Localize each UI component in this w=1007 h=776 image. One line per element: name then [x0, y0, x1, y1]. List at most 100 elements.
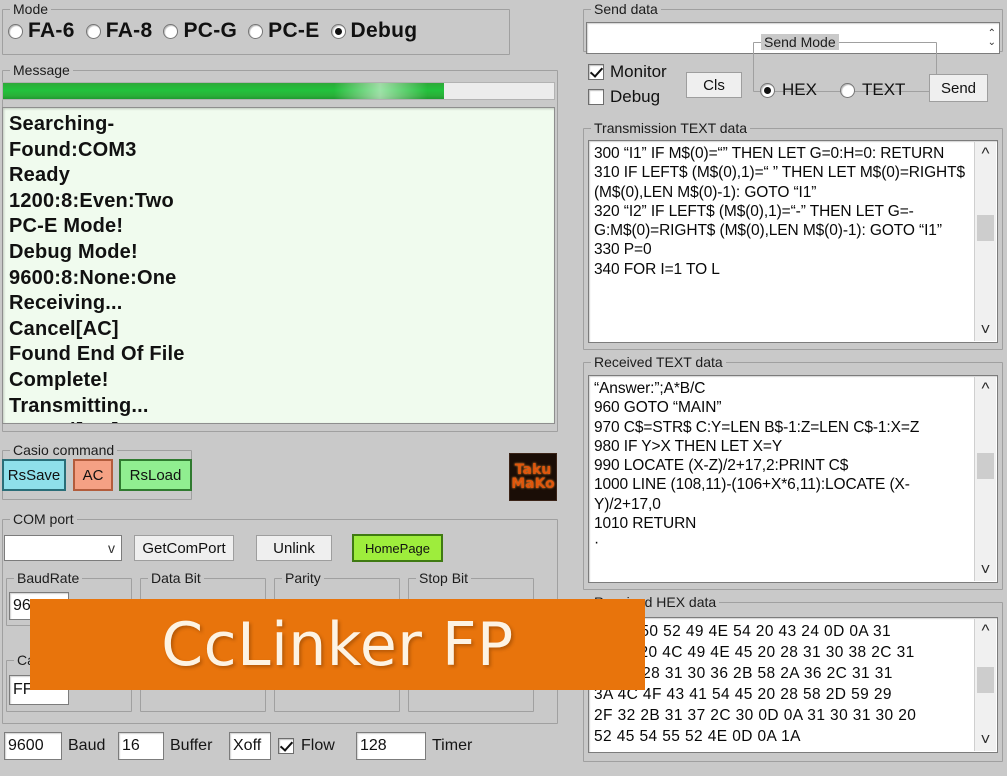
scroll-up-icon[interactable]: ^ [982, 619, 990, 642]
message-line: Searching- [9, 113, 115, 135]
com-port-legend: COM port [10, 511, 77, 527]
send-data-legend: Send data [591, 1, 661, 17]
rsload-button[interactable]: RsLoad [119, 459, 192, 491]
scroll-thumb[interactable] [977, 667, 994, 693]
radio-dot-icon [760, 82, 775, 98]
mode-radio-debug[interactable]: Debug [330, 19, 418, 43]
transmission-text-legend: Transmission TEXT data [591, 120, 751, 136]
debug-checkbox-row[interactable]: Debug [588, 87, 660, 107]
transmission-scrollbar[interactable]: ^ ˅ [974, 142, 996, 341]
buffer-field[interactable]: 16 [118, 732, 164, 760]
monitor-label: Monitor [610, 62, 667, 81]
mode-group-legend: Mode [10, 1, 52, 17]
send-button[interactable]: Send [929, 74, 988, 102]
timer-label: Timer [432, 737, 473, 754]
monitor-checkbox[interactable] [588, 64, 604, 80]
message-line: PC-E Mode! [9, 215, 124, 238]
databit-legend: Data Bit [148, 570, 204, 586]
get-com-port-button[interactable]: GetComPort [134, 535, 234, 561]
mode-radio-pcg[interactable]: PC-G [163, 19, 237, 43]
splash-banner: CcLinker FP [30, 599, 645, 690]
unlink-button[interactable]: Unlink [256, 535, 332, 561]
progress-bar-fill [3, 83, 444, 99]
send-mode-hex-label: HEX [782, 80, 817, 99]
scroll-down-icon[interactable]: ˅ [981, 318, 991, 341]
message-line: Cancel[AC] [9, 419, 548, 423]
debug-checkbox[interactable] [588, 89, 604, 105]
radio-dot-icon [8, 23, 23, 39]
baud-label: Baud [68, 737, 106, 754]
scroll-up-icon[interactable]: ^ [982, 377, 990, 400]
stopbit-legend: Stop Bit [416, 570, 472, 586]
splash-title: CcLinker FP [161, 609, 514, 680]
logo-line-2: MaKo [511, 476, 555, 492]
message-line: 1200:8:Even:Two [9, 189, 174, 212]
mode-radio-fa8[interactable]: FA-8 [85, 19, 153, 43]
radio-dot-icon [840, 82, 855, 98]
spinner-icon[interactable]: ⌃ ⌄ [988, 29, 996, 48]
message-line: Cancel[AC] [9, 317, 119, 340]
send-mode-hex-radio-row[interactable]: HEX [760, 80, 817, 100]
message-line: Debug Mode! [9, 240, 138, 263]
mode-radio-label: FA-6 [28, 19, 75, 42]
transmission-text-content: 300 “I1” IF M$(0)=“” THEN LET G=0:H=0: R… [594, 145, 966, 278]
message-line: 9600:8:None:One [9, 266, 177, 289]
mode-radio-label: FA-8 [105, 19, 153, 42]
scroll-down-icon[interactable]: ˅ [981, 558, 991, 581]
message-line: Complete! [9, 368, 109, 391]
baud-field[interactable]: 9600 [4, 732, 62, 760]
received-text-scrollbar[interactable]: ^ ˅ [974, 377, 996, 581]
transmission-text-area[interactable]: 300 “I1” IF M$(0)=“” THEN LET G=0:H=0: R… [588, 140, 998, 343]
scroll-thumb[interactable] [977, 453, 994, 479]
received-text-content: “Answer:”;A*B/C 960 GOTO “MAIN” 970 C$=S… [594, 380, 920, 552]
com-port-dropdown[interactable]: v [4, 535, 122, 561]
mode-radio-fa6[interactable]: FA-6 [8, 19, 75, 43]
send-mode-text-radio-row[interactable]: TEXT [840, 80, 905, 100]
scroll-up-icon[interactable]: ^ [982, 142, 990, 165]
chevron-down-icon: v [108, 540, 115, 556]
received-hex-area[interactable]: 32 3A 50 52 49 4E 54 20 43 24 0D 0A 31 3… [588, 617, 998, 753]
message-line: Ready [9, 164, 71, 187]
debug-label: Debug [610, 87, 661, 106]
message-line: Found:COM3 [9, 138, 137, 161]
application-window: Mode FA-6 FA-8 PC-G PC-E Debug Message S… [0, 0, 1007, 776]
radio-dot-icon [85, 23, 101, 39]
radio-dot-icon [248, 23, 264, 39]
buffer-label: Buffer [170, 737, 213, 754]
monitor-checkbox-row[interactable]: Monitor [588, 62, 667, 82]
message-line: Transmitting... [9, 394, 149, 417]
radio-dot-icon [163, 23, 179, 39]
send-mode-legend: Send Mode [761, 34, 839, 50]
received-hex-scrollbar[interactable]: ^ ˅ [974, 619, 996, 751]
parity-legend: Parity [282, 570, 324, 586]
received-text-area[interactable]: “Answer:”;A*B/C 960 GOTO “MAIN” 970 C$=S… [588, 375, 998, 583]
received-text-legend: Received TEXT data [591, 354, 726, 370]
homepage-button[interactable]: HomePage [352, 534, 443, 562]
mode-radio-label: PC-E [268, 19, 320, 42]
radio-dot-icon [330, 23, 346, 39]
takumako-logo: Taku MaKo [509, 453, 557, 501]
timer-field[interactable]: 128 [356, 732, 426, 760]
mode-group: Mode FA-6 FA-8 PC-G PC-E Debug [2, 1, 510, 55]
flow-mode-field[interactable]: Xoff [229, 732, 271, 760]
send-mode-text-label: TEXT [862, 80, 906, 99]
scroll-thumb[interactable] [977, 214, 994, 241]
flow-label: Flow [301, 737, 335, 754]
scroll-down-icon[interactable]: ˅ [981, 728, 991, 751]
baudrate-legend: BaudRate [14, 570, 83, 586]
logo-line-1: Taku [514, 461, 552, 478]
casio-command-legend: Casio command [10, 442, 118, 458]
mode-radio-pce[interactable]: PC-E [248, 19, 319, 43]
cls-button[interactable]: Cls [686, 72, 742, 98]
received-hex-content: 32 3A 50 52 49 4E 54 20 43 24 0D 0A 31 3… [594, 623, 917, 745]
message-log[interactable]: Searching- Found:COM3 Ready 1200:8:Even:Two… [2, 107, 555, 424]
flow-checkbox[interactable] [278, 738, 294, 754]
mode-radio-label: PC-G [183, 19, 238, 42]
message-group-legend: Message [10, 62, 73, 78]
message-line: Receiving... [9, 292, 123, 315]
mode-radio-label: Debug [350, 19, 418, 42]
ac-button[interactable]: AC [73, 459, 113, 491]
rssave-button[interactable]: RsSave [2, 459, 66, 491]
progress-bar [2, 82, 555, 100]
message-line: Found End Of File [9, 343, 185, 366]
